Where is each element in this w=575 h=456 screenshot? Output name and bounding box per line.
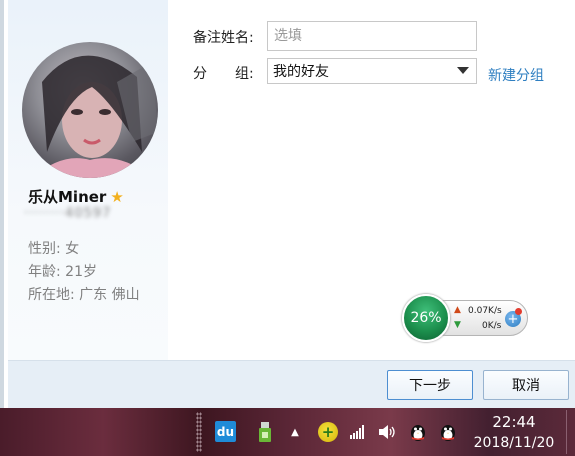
location-text: 所在地: 广东 佛山: [28, 287, 140, 303]
cancel-button[interactable]: 取消: [483, 370, 569, 400]
upload-speed: 0.07K/s: [468, 306, 502, 316]
nickname: 乐从Miner ★: [28, 186, 124, 207]
speed-percent: 26%: [410, 310, 442, 326]
avatar: [22, 42, 158, 178]
star-icon: ★: [110, 187, 124, 206]
clock-time: 22:44: [492, 413, 536, 431]
system-clock[interactable]: 22:44 2018/11/20: [466, 412, 562, 454]
usb-icon[interactable]: [255, 422, 275, 442]
volume-icon[interactable]: [378, 422, 398, 442]
group-select[interactable]: 我的好友: [267, 58, 477, 84]
group-label: 分 组:: [193, 66, 254, 82]
nickname-text: 乐从Miner: [28, 188, 107, 206]
qq-number-blurred: ········40597: [24, 206, 112, 221]
notification-dot: [515, 308, 522, 315]
baidu-icon-label: du: [216, 424, 235, 439]
qq-penguin-icon-2[interactable]: [438, 422, 458, 442]
next-button[interactable]: 下一步: [387, 370, 473, 400]
speed-percent-ball[interactable]: 26%: [402, 294, 450, 342]
add-friend-dialog: 乐从Miner ★ ········40597 性别: 女 年龄: 21岁 所在…: [0, 0, 575, 408]
gender-text: 性别: 女: [28, 241, 80, 257]
taskbar-grip[interactable]: [196, 412, 202, 452]
clock-date: 2018/11/20: [473, 435, 555, 451]
upload-arrow-icon: ▲: [454, 305, 461, 315]
qq-penguin-icon[interactable]: [408, 422, 428, 442]
download-speed: 0K/s: [482, 321, 502, 331]
remark-label: 备注姓名:: [193, 30, 254, 46]
show-desktop-button[interactable]: [566, 410, 567, 454]
chevron-down-icon[interactable]: [457, 67, 469, 74]
profile-panel: 乐从Miner ★ ········40597 性别: 女 年龄: 21岁 所在…: [8, 0, 168, 360]
new-group-link[interactable]: 新建分组: [488, 65, 544, 85]
remark-name-input[interactable]: [267, 21, 477, 51]
baidu-icon[interactable]: du: [215, 421, 236, 442]
security-shield-icon[interactable]: +: [318, 422, 338, 442]
group-selected-value: 我的好友: [273, 64, 329, 80]
show-hidden-icons-icon[interactable]: ▲: [285, 422, 305, 442]
network-signal-icon[interactable]: [348, 422, 368, 442]
network-speed-widget[interactable]: 26% ▲ 0.07K/s ▼ 0K/s +: [402, 294, 530, 342]
age-text: 年龄: 21岁: [28, 264, 97, 280]
download-arrow-icon: ▼: [454, 320, 461, 330]
